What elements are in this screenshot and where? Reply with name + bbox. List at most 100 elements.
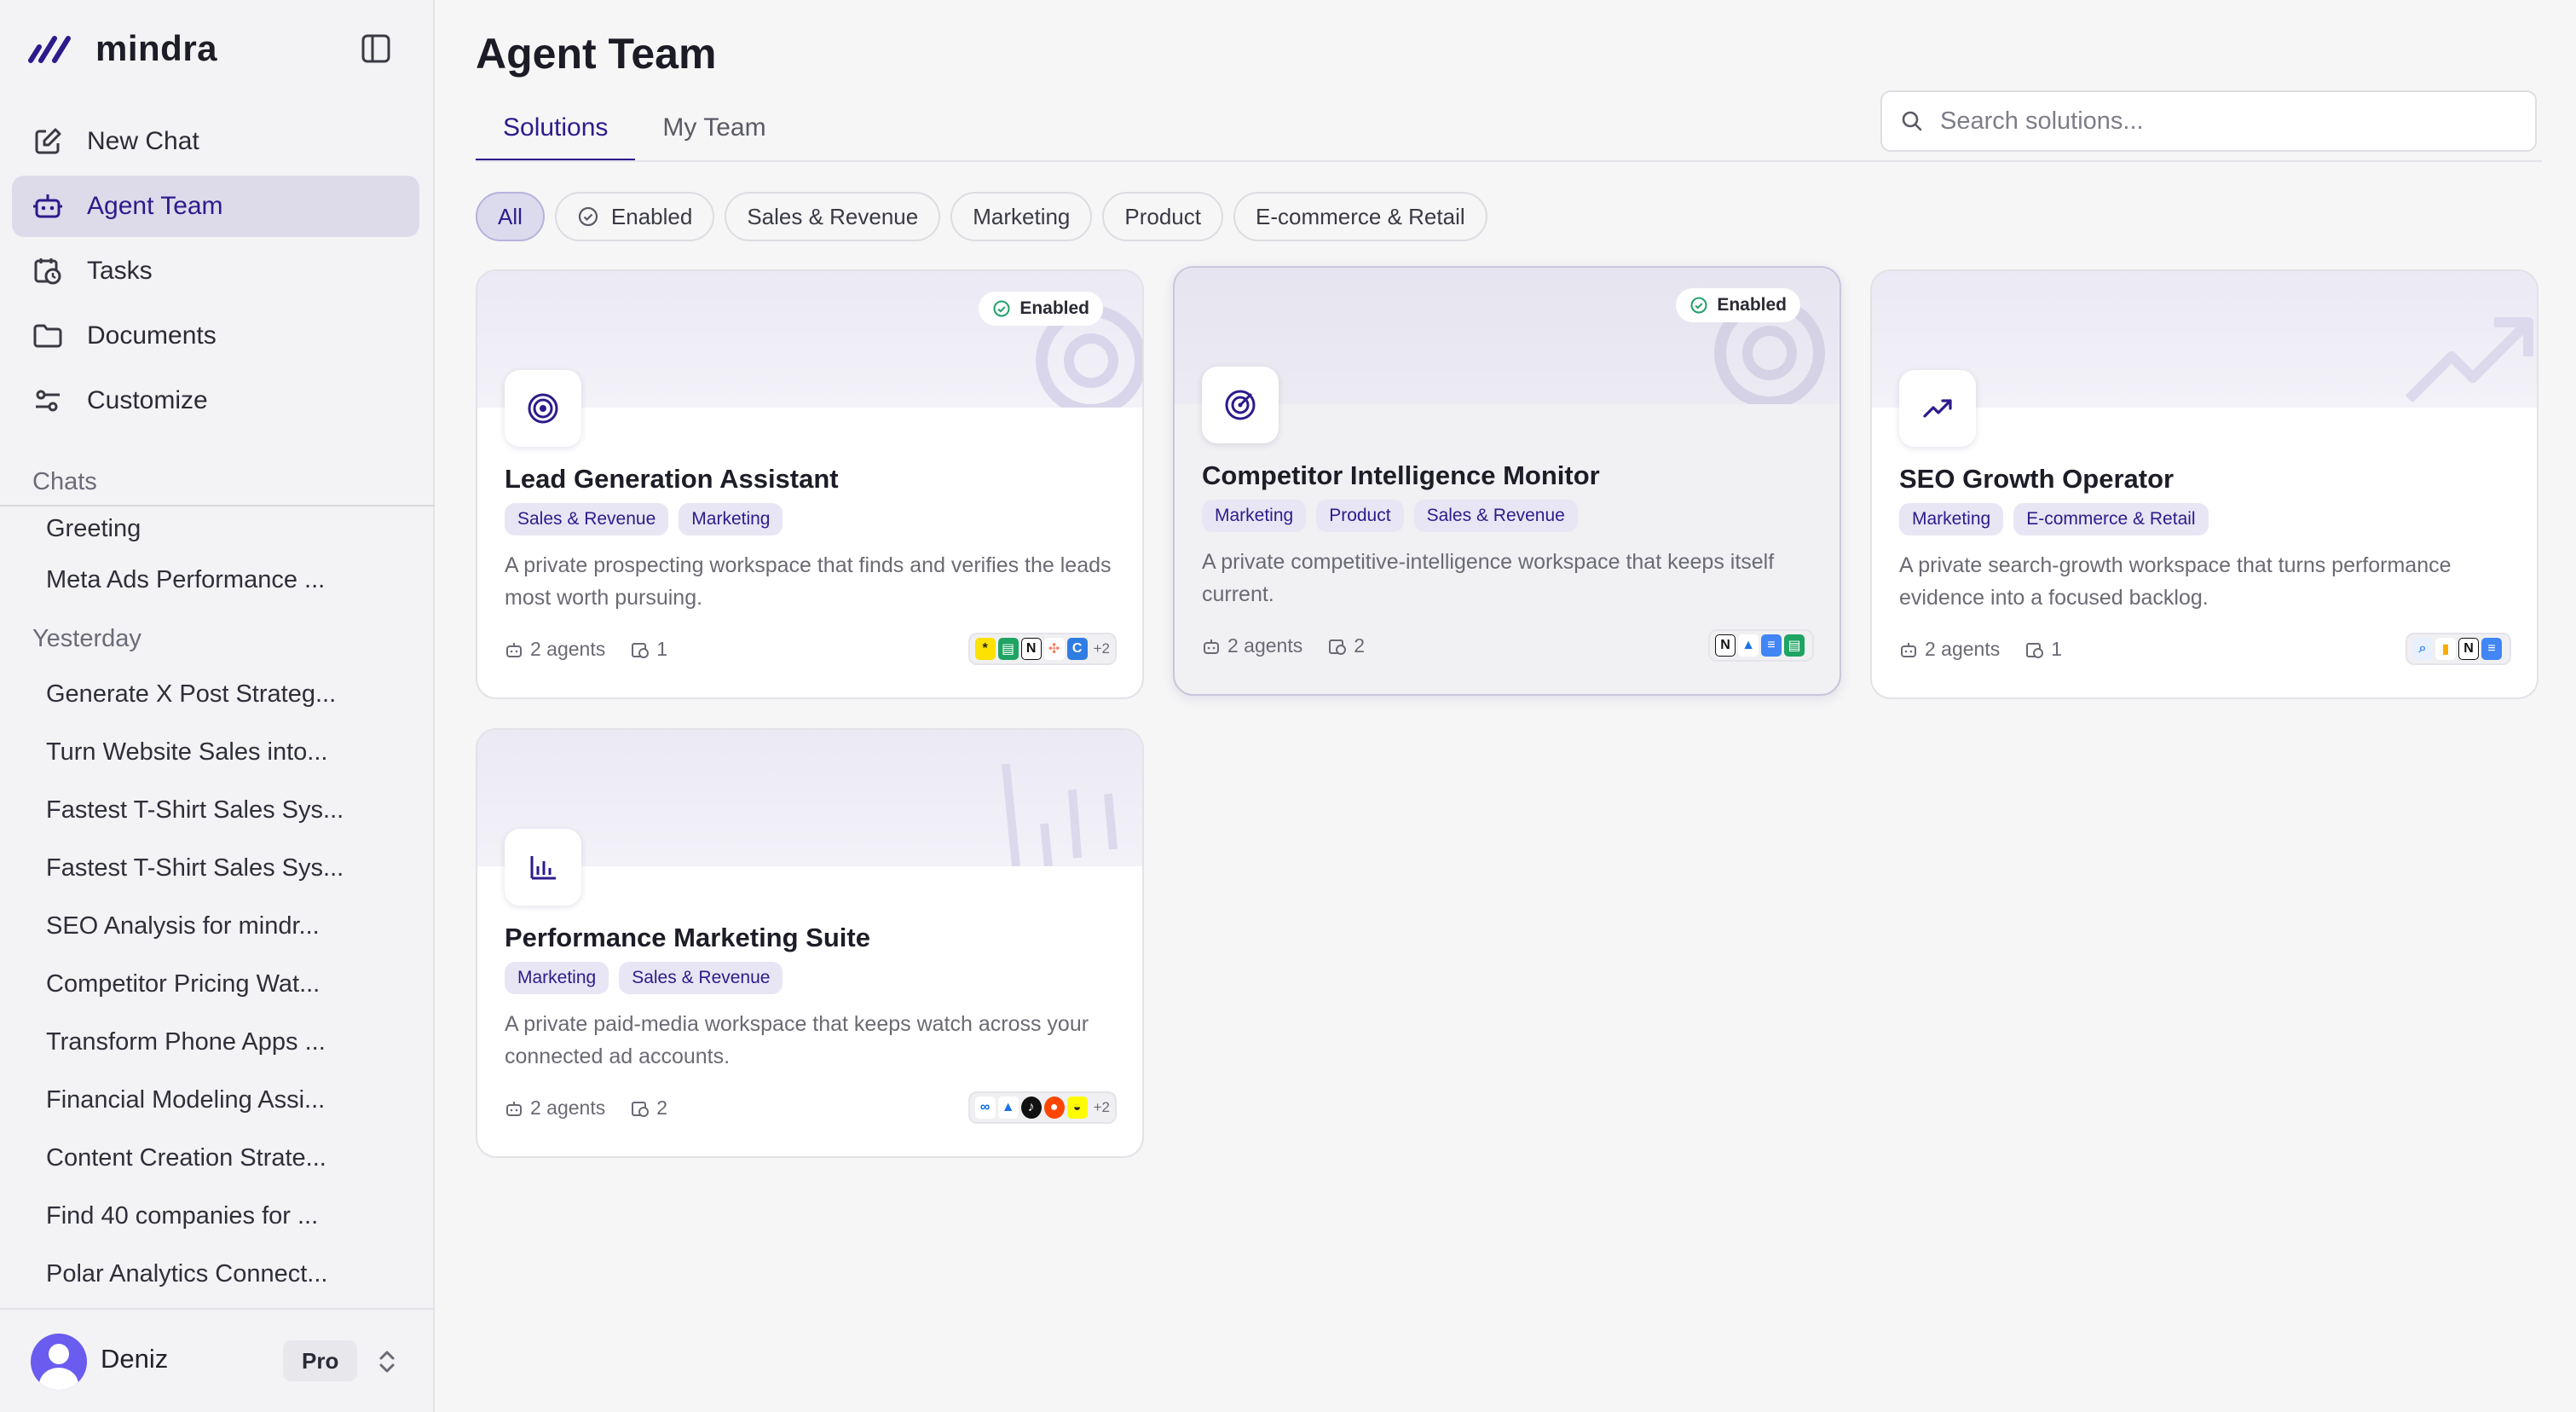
chat-item[interactable]: Meta Ads Performance ... [0,551,435,609]
integrations-list: ∞ ▲ ♪ ● ◒ +2 [967,1091,1117,1124]
chat-item[interactable]: SEO Analysis for mindr... [0,897,435,955]
nav-label: Documents [87,321,217,350]
drive-icon: ▲ [1738,634,1759,657]
filter-all[interactable]: All [476,192,545,241]
integrations-more: +2 [1093,640,1110,657]
tiktok-icon: ♪ [1020,1097,1042,1119]
solution-card-lead-generation[interactable]: Enabled Lead Generation Assistant Sales … [476,269,1144,699]
nav-agent-team[interactable]: Agent Team [12,176,419,237]
notion-icon: N [2458,638,2479,660]
plan-badge: Pro [283,1340,358,1381]
calendar-clock-icon [1329,639,1347,655]
chat-item[interactable]: Turn Website Sales into... [0,723,435,781]
main-nav: New Chat Agent Team Tasks Documents Cust… [12,111,419,435]
chat-item[interactable]: Fastest T-Shirt Sales Sys... [0,781,435,839]
nav-tasks[interactable]: Tasks [12,240,419,302]
tab-my-team[interactable]: My Team [635,101,793,162]
chat-item[interactable]: Polar Analytics Connect... [0,1245,435,1303]
card-title: Lead Generation Assistant [505,464,839,494]
tag: E-commerce & Retail [2013,503,2209,535]
solution-card-competitor-intelligence[interactable]: Enabled Competitor Intelligence Monitor … [1173,266,1841,696]
card-tags: Sales & Revenue Marketing [505,503,793,535]
tag: Marketing [505,962,609,994]
calendar-clock-icon [34,258,61,285]
chip-label: Sales & Revenue [747,203,919,229]
filter-enabled[interactable]: Enabled [554,192,715,241]
card-meta: 2 agents 2 [505,1097,667,1120]
chat-item[interactable]: Greeting [0,506,435,551]
check-circle-icon [993,300,1010,317]
main-content: Agent Team Solutions My Team All Enabled… [436,0,2576,1412]
filter-ecommerce-retail[interactable]: E-commerce & Retail [1233,192,1487,241]
chats-section-label: Chats [32,468,97,495]
tag: Marketing [1202,500,1307,532]
card-icon [1202,367,1279,443]
brand-name: mindra [95,28,218,68]
nav-customize[interactable]: Customize [12,370,419,431]
tag: Sales & Revenue [619,962,783,994]
trend-up-icon [1923,399,1952,418]
chevron-up-down-icon[interactable] [375,1347,399,1376]
chat-item[interactable]: Competitor Pricing Wat... [0,955,435,1013]
chat-item[interactable]: Content Creation Strate... [0,1129,435,1187]
card-meta: 2 agents 1 [505,638,667,661]
integrations-list: * ▤ N ✣ C +2 [967,633,1117,665]
tasks-count: 2 [656,1097,668,1119]
chip-label: All [498,203,523,229]
filter-product[interactable]: Product [1102,192,1223,241]
enabled-badge: Enabled [1676,288,1800,322]
radar-icon [1225,390,1256,420]
chip-label: E-commerce & Retail [1256,203,1465,229]
robot-icon [506,642,522,657]
user-menu[interactable]: Deniz Pro [0,1308,435,1412]
agents-count: 2 agents [530,1097,606,1119]
search-input[interactable] [1940,107,2520,136]
chat-item[interactable]: Fastest T-Shirt Sales Sys... [0,839,435,897]
card-meta: 2 agents 2 [1202,634,1365,657]
solution-card-performance-marketing[interactable]: Performance Marketing Suite Marketing Sa… [476,728,1144,1158]
brand[interactable]: mindra [27,26,217,72]
agents-count: 2 agents [1227,634,1303,657]
calendar-clock-icon [2026,642,2044,658]
hubspot-icon: ✣ [1043,638,1065,660]
nav-documents[interactable]: Documents [12,305,419,367]
avatar [31,1334,87,1390]
filter-chips: All Enabled Sales & Revenue Marketing Pr… [476,192,1498,241]
card-description: A private search-growth workspace that t… [1899,553,2452,610]
chat-item[interactable]: Generate X Post Strateg... [0,665,435,723]
card-description: A private paid-media workspace that keep… [505,1012,1089,1068]
nav-label: New Chat [87,127,199,155]
robot-icon [33,194,62,218]
card-meta: 2 agents 1 [1899,638,2062,661]
sheets-icon: ▤ [1784,634,1805,657]
enabled-label: Enabled [1717,295,1787,315]
tag: Marketing [1899,503,2004,535]
check-circle-icon [1690,297,1707,314]
tab-solutions[interactable]: Solutions [476,101,636,162]
user-name: Deniz [101,1344,169,1374]
target-icon [528,393,558,424]
calendar-clock-icon [632,1101,650,1117]
check-circle-icon [578,206,598,227]
card-tags: Marketing E-commerce & Retail [1899,503,2219,535]
chip-label: Marketing [973,203,1071,229]
chat-item[interactable]: Find 40 companies for ... [0,1187,435,1245]
tag: Sales & Revenue [1413,500,1578,532]
chat-item[interactable]: Financial Modeling Assi... [0,1071,435,1129]
filter-sales-revenue[interactable]: Sales & Revenue [725,192,941,241]
divider [476,160,2542,162]
nav-label: Tasks [87,257,153,285]
card-title: Performance Marketing Suite [505,923,870,952]
page-title: Agent Team [476,30,717,78]
bar-chart-icon [530,856,556,880]
card-description: A private competitive-intelligence works… [1202,550,1775,606]
chat-item[interactable]: Transform Phone Apps ... [0,1013,435,1071]
sidebar-toggle-icon[interactable] [360,32,392,65]
nav-label: Agent Team [87,192,223,220]
analytics-icon: ▮ [2435,638,2456,660]
filter-marketing[interactable]: Marketing [950,192,1093,241]
solution-card-seo-growth[interactable]: SEO Growth Operator Marketing E-commerce… [1870,269,2538,699]
sheets-icon: ▤ [997,638,1019,660]
chip-label: Enabled [610,203,693,229]
nav-new-chat[interactable]: New Chat [12,111,419,172]
